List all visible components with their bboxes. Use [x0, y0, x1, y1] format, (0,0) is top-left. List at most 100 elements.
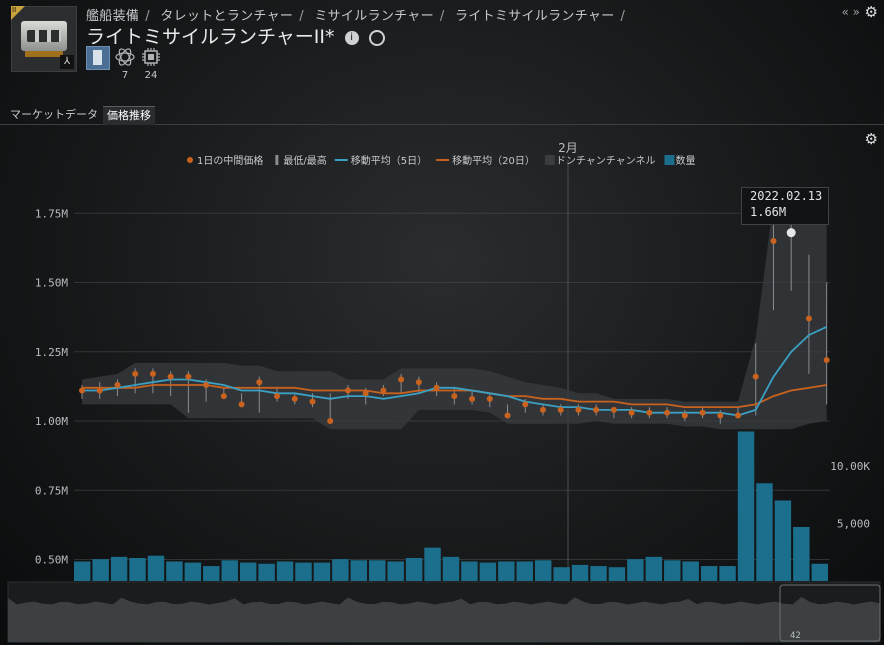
median-price-point [185, 373, 192, 380]
volume-bar [534, 560, 552, 581]
volume-bar [110, 556, 128, 581]
volume-bar [203, 566, 220, 581]
highlighted-price-point [786, 228, 796, 238]
median-price-point [717, 412, 724, 419]
median-price-point [699, 409, 706, 416]
volume-bar [424, 547, 441, 581]
y-tick-label: 1.00M [35, 415, 68, 428]
median-price-point [469, 395, 476, 402]
median-price-point [664, 409, 671, 416]
volume-bar [350, 560, 368, 581]
median-price-point [114, 381, 121, 388]
median-price-point [823, 357, 830, 364]
volume-bar [258, 563, 275, 581]
median-price-point [362, 390, 369, 397]
legend-swatch [544, 155, 555, 165]
median-price-point [628, 409, 635, 416]
median-price-point [220, 393, 227, 400]
volume-bar [774, 500, 792, 581]
volume-bar [184, 562, 202, 581]
median-price-point [610, 406, 617, 413]
y-tick-label: 0.75M [35, 484, 68, 497]
volume-bar [387, 561, 404, 581]
median-price-point [504, 412, 511, 419]
volume-tick-label: 5,000 [837, 518, 870, 531]
volume-bar [369, 560, 386, 581]
median-price-point [522, 401, 529, 408]
volume-bar [664, 560, 681, 581]
volume-bar [571, 564, 589, 581]
volume-bar [74, 561, 91, 581]
price-history-chart[interactable]: 1.75M 1.50M 1.25M 1.00M 0.75M 0.50M 10.00K 5,00… [0, 0, 884, 645]
median-price-point [593, 406, 600, 413]
overview-sparkline-area [8, 597, 880, 642]
median-price-point [96, 387, 103, 394]
median-price-point [256, 379, 263, 386]
median-price-point [309, 398, 316, 405]
volume-bar [221, 560, 238, 581]
volume-bar [700, 566, 718, 581]
volume-bar [756, 483, 773, 581]
volume-bar [276, 561, 294, 581]
median-price-point [203, 381, 210, 388]
median-price-point [415, 379, 422, 386]
volume-bar [608, 567, 626, 581]
volume-bar [332, 559, 349, 581]
median-price-point [274, 393, 281, 400]
legend-label: 1日の中間価格 [197, 154, 263, 167]
median-price-point [291, 395, 298, 402]
legend-label: 移動平均（5日） [351, 154, 427, 167]
median-price-point [681, 412, 688, 419]
legend-swatch [275, 155, 279, 165]
volume-bar [627, 559, 644, 581]
volume-bar [129, 558, 146, 581]
volume-bar [793, 526, 810, 581]
legend-swatch [187, 157, 193, 163]
median-price-point [539, 406, 546, 413]
volume-bar [239, 562, 257, 581]
volume-bar [516, 561, 533, 581]
volume-bar [461, 561, 478, 581]
median-price-point [646, 409, 653, 416]
median-price-point [451, 393, 458, 400]
median-price-point [575, 406, 582, 413]
volume-bar [682, 561, 699, 581]
volume-bar [313, 562, 331, 581]
volume-bar [92, 559, 109, 581]
tooltip-value: 1.66M [750, 205, 787, 219]
median-price-point [398, 376, 405, 383]
tooltip-date: 2022.02.13 [750, 189, 823, 203]
volume-bar [645, 556, 663, 581]
scrubber-label: 42 [790, 631, 801, 641]
legend-label: 最低/最高 [283, 154, 326, 167]
volume-bar [811, 563, 828, 581]
y-tick-label: 1.75M [35, 207, 68, 220]
chart-tooltip: 2022.02.13 1.66M [741, 187, 829, 225]
volume-bar [166, 561, 183, 581]
volume-bar [719, 566, 736, 581]
y-tick-label: 1.50M [35, 277, 68, 290]
legend-swatch [664, 155, 675, 165]
median-price-point [344, 387, 351, 394]
median-price-point [805, 315, 812, 322]
median-price-point [557, 406, 564, 413]
median-price-point [327, 418, 334, 424]
median-price-point [752, 373, 759, 380]
volume-tick-label: 10.00K [830, 460, 870, 473]
volume-bar [479, 562, 497, 581]
median-price-point [433, 384, 440, 391]
median-price-point [167, 373, 174, 380]
median-price-point [238, 401, 245, 408]
y-tick-label: 1.25M [35, 346, 68, 359]
volume-bar [590, 566, 607, 581]
volume-bar [405, 558, 423, 581]
volume-bar [295, 562, 312, 581]
median-price-point [380, 387, 387, 394]
median-price-point [770, 237, 777, 244]
volume-bar [737, 431, 755, 581]
volume-bar [553, 567, 570, 581]
legend-label: 移動平均（20日） [452, 154, 535, 167]
median-price-point [735, 412, 742, 419]
median-price-point [79, 387, 85, 394]
median-price-point [486, 395, 493, 402]
